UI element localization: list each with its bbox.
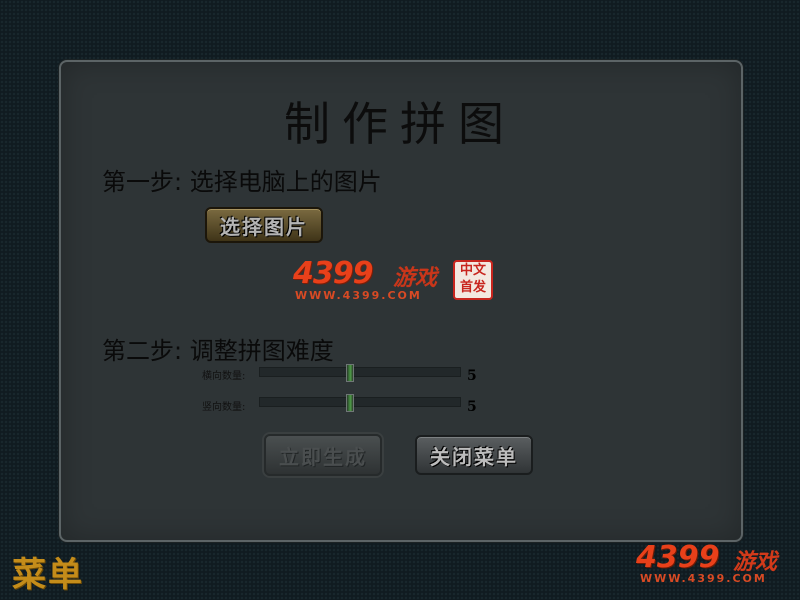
corner-4399-logo[interactable]: 4399 游戏 WWW.4399.COM	[636, 540, 796, 590]
step-two-label: 第二步: 调整拼图难度	[102, 337, 334, 365]
chinese-first-release-seal: 中文 首发	[453, 260, 493, 300]
menu-button[interactable]: 菜单	[12, 547, 84, 596]
corner-logo-brand: 4399	[636, 540, 720, 575]
generate-now-button[interactable]: 立即生成	[264, 434, 382, 476]
4399-logo: 4399 游戏 WWW.4399.COM 中文 首发	[293, 256, 503, 306]
select-image-button[interactable]: 选择图片	[205, 207, 323, 243]
logo-brand: 4399	[293, 256, 373, 291]
dialog-title: 制作拼图	[284, 97, 516, 151]
seal-line-1: 中文	[459, 263, 486, 278]
horizontal-count-slider[interactable]	[259, 364, 461, 382]
logo-url: WWW.4399.COM	[295, 289, 422, 302]
game-stage: 制作拼图 第一步: 选择电脑上的图片 选择图片 4399 游戏 WWW.4399…	[0, 0, 800, 600]
horizontal-count-value: 5	[467, 368, 477, 384]
close-menu-button[interactable]: 关闭菜单	[415, 435, 533, 475]
horizontal-count-label: 横向数量:	[202, 371, 246, 382]
corner-logo-url: WWW.4399.COM	[640, 572, 767, 585]
logo-game-text: 游戏	[393, 266, 438, 291]
step-one-label: 第一步: 选择电脑上的图片	[102, 168, 382, 196]
vertical-count-label: 竖向数量:	[202, 402, 246, 413]
vertical-slider-thumb[interactable]	[346, 394, 354, 412]
vertical-count-value: 5	[467, 399, 477, 415]
vertical-count-slider[interactable]	[259, 394, 461, 412]
horizontal-slider-thumb[interactable]	[346, 364, 354, 382]
seal-line-2: 首发	[459, 280, 486, 295]
